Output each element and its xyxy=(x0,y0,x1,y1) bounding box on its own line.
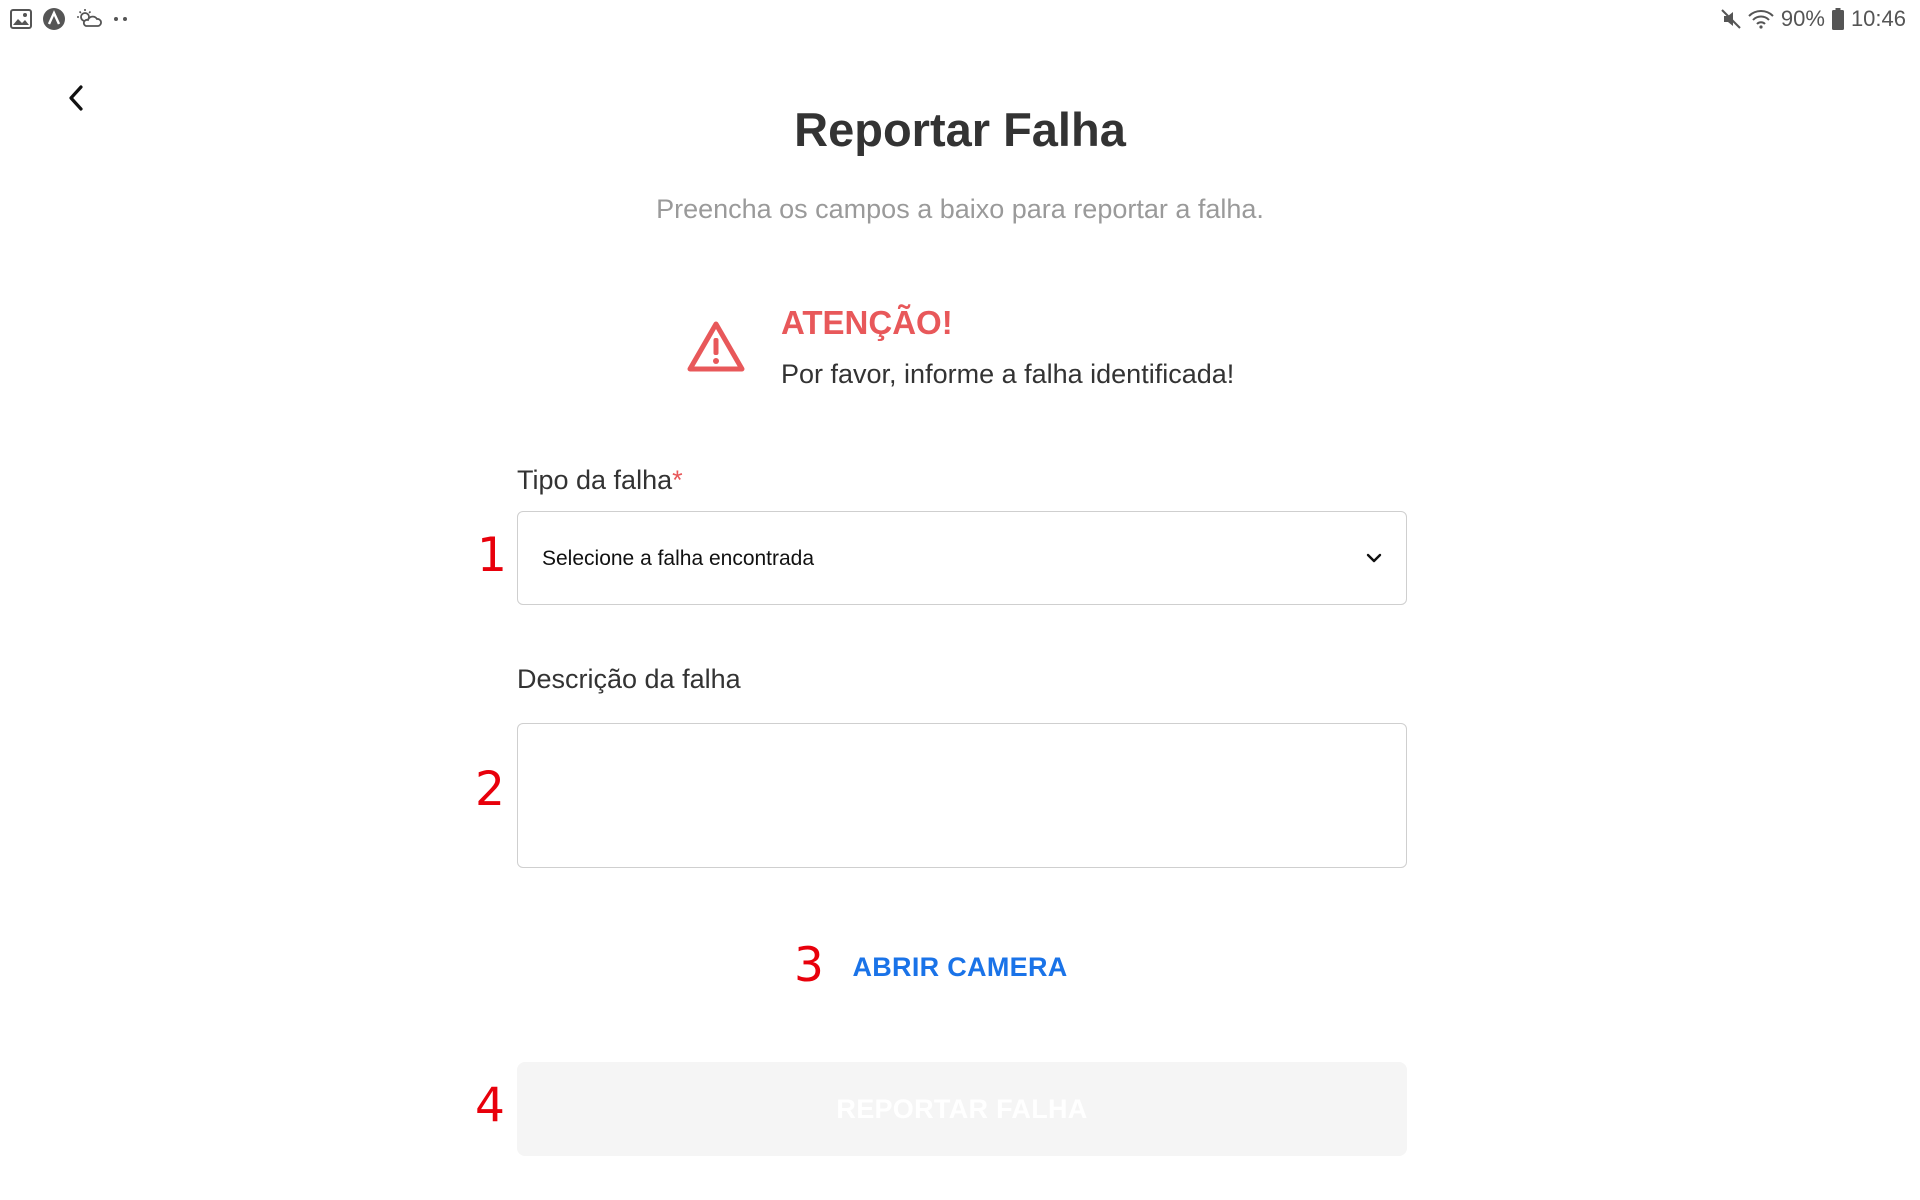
description-label: Descrição da falha xyxy=(517,664,741,694)
page-title: Reportar Falha xyxy=(794,103,1126,156)
warning-title: ATENÇÃO! xyxy=(781,304,953,341)
annotation-number-4: 4 xyxy=(475,1078,505,1133)
required-mark: * xyxy=(672,465,683,495)
clock: 10:46 xyxy=(1850,6,1906,31)
wifi-icon xyxy=(1748,9,1774,29)
description-textarea[interactable] xyxy=(517,723,1407,868)
annotation-number-1: 1 xyxy=(477,528,507,583)
mute-icon xyxy=(1721,9,1741,29)
status-bar: 90% 10:46 xyxy=(0,0,1920,38)
report-fault-button[interactable]: REPORTAR FALHA xyxy=(517,1062,1407,1156)
gallery-icon xyxy=(10,9,32,29)
open-camera-button[interactable]: ABRIR CAMERA xyxy=(852,952,1067,982)
open-camera-button-row: ABRIR CAMERA xyxy=(0,952,1920,983)
chevron-down-icon xyxy=(1366,553,1382,563)
battery-icon xyxy=(1831,8,1844,30)
fault-type-label-text: Tipo da falha xyxy=(517,465,673,495)
app-icon xyxy=(42,7,66,31)
fault-type-select[interactable]: Selecione a falha encontrada xyxy=(517,511,1407,605)
warning-text: Por favor, informe a falha identificada! xyxy=(781,359,1235,389)
fault-type-selected-value: Selecione a falha encontrada xyxy=(542,547,815,570)
battery-percentage: 90% xyxy=(1780,6,1825,31)
more-dots-icon xyxy=(112,15,130,23)
fault-type-label: Tipo da falha* xyxy=(517,465,683,496)
annotation-number-2: 2 xyxy=(475,762,505,817)
weather-icon xyxy=(76,8,102,30)
warning-triangle-icon xyxy=(687,321,745,372)
page-subtitle: Preencha os campos a baixo para reportar… xyxy=(656,194,1264,224)
